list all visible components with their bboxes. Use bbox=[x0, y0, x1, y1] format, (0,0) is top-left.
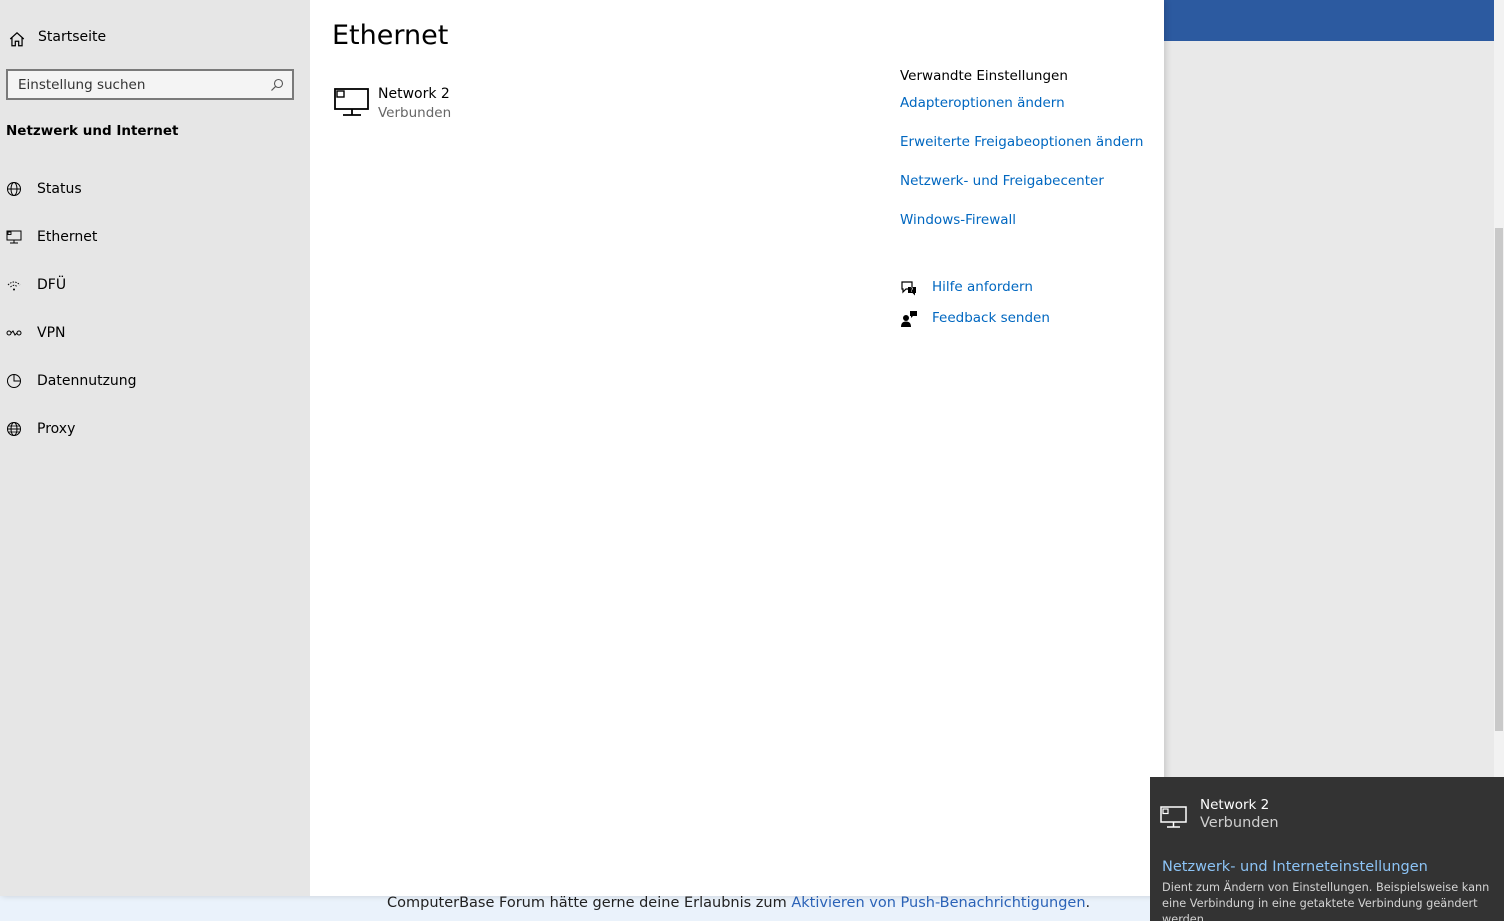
home-label: Startseite bbox=[38, 29, 107, 45]
push-notification-link[interactable]: Aktivieren von Push-Benachrichtigungen bbox=[791, 895, 1085, 911]
sidebar-item-status[interactable]: Status bbox=[6, 179, 306, 203]
sidebar-item-label: Ethernet bbox=[37, 229, 98, 245]
sidebar-item-vpn[interactable]: VPN bbox=[6, 323, 306, 347]
sidebar-item-label: DFÜ bbox=[37, 277, 67, 293]
feedback-icon bbox=[900, 310, 918, 328]
network-internet-settings-link[interactable]: Netzwerk- und Interneteinstellungen bbox=[1162, 859, 1428, 875]
vpn-icon bbox=[6, 325, 22, 341]
ethernet-icon bbox=[6, 229, 22, 245]
related-settings-title: Verwandte Einstellungen bbox=[900, 68, 1068, 84]
network-entry[interactable]: Network 2 Verbunden bbox=[334, 84, 534, 128]
sidebar-item-dfu[interactable]: DFÜ bbox=[6, 275, 306, 299]
network-name: Network 2 bbox=[378, 86, 450, 102]
ethernet-icon bbox=[334, 86, 370, 118]
sidebar-item-label: Datennutzung bbox=[37, 373, 137, 389]
globe-status-icon bbox=[6, 181, 22, 197]
get-help-link[interactable]: Hilfe anfordern bbox=[932, 279, 1033, 295]
search-input[interactable] bbox=[18, 75, 258, 95]
dialup-icon bbox=[6, 277, 22, 293]
sidebar-item-label: Status bbox=[37, 181, 82, 197]
sidebar-item-proxy[interactable]: Proxy bbox=[6, 419, 306, 443]
search-icon[interactable] bbox=[270, 77, 284, 91]
windows-firewall-link[interactable]: Windows-Firewall bbox=[900, 212, 1016, 228]
settings-window: Startseite Netzwerk und Internet Status … bbox=[0, 0, 1164, 896]
background-header-bar bbox=[1164, 0, 1494, 41]
sidebar-item-ethernet[interactable]: Ethernet bbox=[6, 227, 306, 251]
settings-search[interactable] bbox=[6, 69, 294, 100]
sidebar: Startseite Netzwerk und Internet Status … bbox=[0, 0, 310, 896]
ethernet-icon bbox=[1160, 805, 1188, 831]
push-notification-text: ComputerBase Forum hätte gerne deine Erl… bbox=[387, 895, 1091, 911]
page-title: Ethernet bbox=[332, 20, 449, 51]
network-flyout: Network 2 Verbunden Netzwerk- und Intern… bbox=[1150, 777, 1504, 921]
sidebar-item-label: Proxy bbox=[37, 421, 76, 437]
sidebar-item-data-usage[interactable]: Datennutzung bbox=[6, 371, 306, 395]
flyout-network-name: Network 2 bbox=[1200, 797, 1270, 813]
sidebar-item-label: VPN bbox=[37, 325, 66, 341]
feedback-row[interactable]: Feedback senden bbox=[900, 310, 1140, 332]
flyout-network-status: Verbunden bbox=[1200, 815, 1279, 831]
background-scroll-thumb[interactable] bbox=[1495, 228, 1503, 731]
help-chat-icon: ? bbox=[900, 279, 918, 297]
flyout-network-entry[interactable]: Network 2 Verbunden bbox=[1160, 795, 1460, 835]
svg-text:?: ? bbox=[910, 287, 913, 294]
sharing-options-link[interactable]: Erweiterte Freigabeoptionen ändern bbox=[900, 134, 1143, 150]
adapter-options-link[interactable]: Adapteroptionen ändern bbox=[900, 95, 1065, 111]
network-sharing-center-link[interactable]: Netzwerk- und Freigabecenter bbox=[900, 173, 1104, 189]
feedback-link[interactable]: Feedback senden bbox=[932, 310, 1050, 326]
network-status: Verbunden bbox=[378, 105, 452, 121]
section-title: Netzwerk und Internet bbox=[6, 123, 179, 139]
data-usage-icon bbox=[6, 373, 22, 389]
get-help-row[interactable]: ? Hilfe anfordern bbox=[900, 279, 1140, 301]
globe-icon bbox=[6, 421, 22, 437]
flyout-description: Dient zum Ändern von Einstellungen. Beis… bbox=[1162, 881, 1490, 921]
home-icon bbox=[8, 30, 25, 47]
